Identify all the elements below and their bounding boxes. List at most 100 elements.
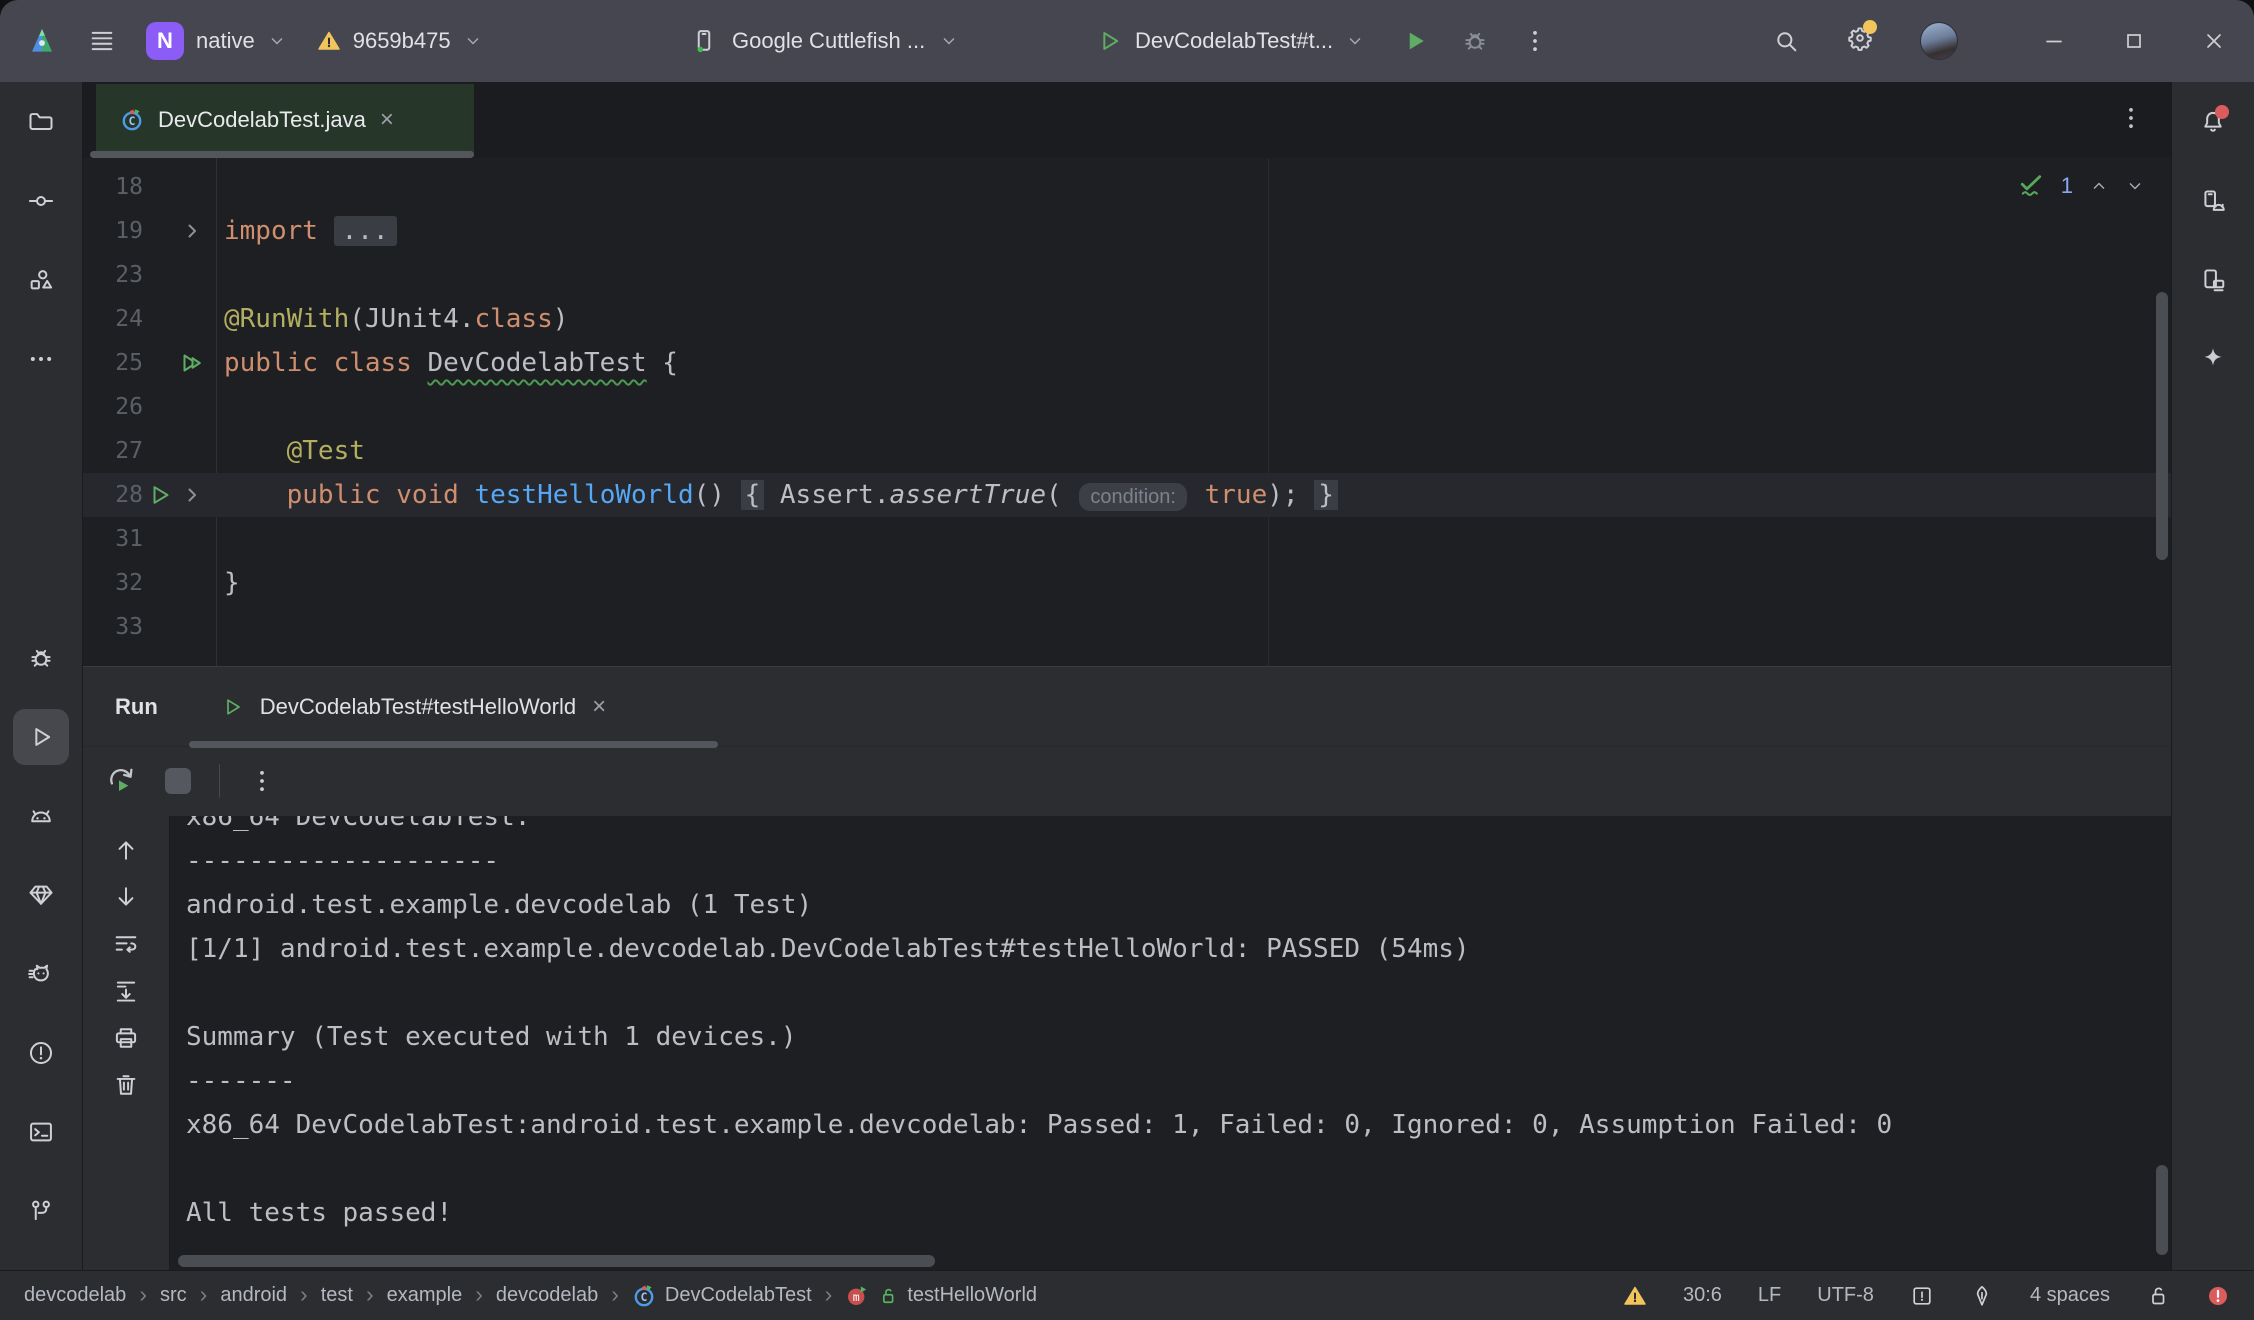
tool-gemini[interactable] bbox=[2185, 331, 2241, 387]
tab-close-icon[interactable]: × bbox=[380, 106, 394, 134]
tab-strip-scrollbar[interactable] bbox=[90, 151, 474, 158]
scroll-to-end-icon bbox=[112, 977, 140, 1005]
user-avatar[interactable] bbox=[1920, 22, 1958, 60]
maximize-button[interactable] bbox=[2094, 0, 2174, 82]
highlighting-level-icon[interactable] bbox=[1910, 1284, 1934, 1308]
alert-icon bbox=[27, 1039, 55, 1067]
scroll-to-end-button[interactable] bbox=[108, 973, 144, 1009]
console-line: ------- bbox=[186, 1059, 2171, 1103]
more-actions-icon[interactable] bbox=[1521, 27, 1549, 55]
cursor-position-widget[interactable]: 30:6 bbox=[1683, 1284, 1722, 1307]
run-button[interactable] bbox=[1401, 27, 1429, 55]
lock-icon[interactable] bbox=[2146, 1284, 2170, 1308]
line-number: 27 bbox=[83, 438, 143, 464]
title-bar: N native 9659b475 Google Cuttlefish ... … bbox=[0, 0, 2254, 82]
line-number: 28 bbox=[83, 482, 143, 508]
code-token bbox=[1299, 480, 1315, 510]
breadcrumb-item-DevCodelabTest[interactable]: CDevCodelabTest bbox=[632, 1284, 812, 1308]
run-configuration-selector[interactable]: DevCodelabTest#t... bbox=[1095, 27, 1365, 55]
breadcrumb-item-testHelloWorld[interactable]: mtestHelloWorld bbox=[845, 1284, 1037, 1308]
run-tab-close-icon[interactable]: × bbox=[592, 693, 606, 721]
tool-profiler[interactable] bbox=[13, 946, 69, 1002]
device-name: Google Cuttlefish ... bbox=[732, 28, 925, 54]
next-problem-icon[interactable] bbox=[2125, 176, 2145, 196]
stop-button[interactable] bbox=[165, 768, 191, 794]
console-more-options-icon[interactable] bbox=[248, 767, 276, 795]
warning-icon[interactable] bbox=[1623, 1284, 1647, 1308]
gutter bbox=[143, 351, 216, 375]
error-notification-icon[interactable] bbox=[2206, 1284, 2230, 1308]
console-line: Summary (Test executed with 1 devices.) bbox=[186, 1015, 2171, 1059]
test-output-console[interactable]: x86_64 DevCodelabTest:------------------… bbox=[170, 816, 2171, 1270]
tool-terminal[interactable] bbox=[13, 1104, 69, 1160]
status-bar: devcodelab›src›android›test›example›devc… bbox=[0, 1270, 2254, 1320]
code-line-18: 18 bbox=[83, 165, 2171, 209]
tool-running-devices[interactable] bbox=[2185, 252, 2241, 308]
minimize-button[interactable] bbox=[2014, 0, 2094, 82]
tool-app-quality-insights[interactable] bbox=[13, 867, 69, 923]
tool-commit[interactable] bbox=[13, 173, 69, 229]
print-button[interactable] bbox=[108, 1020, 144, 1056]
tool-structure[interactable] bbox=[13, 252, 69, 308]
fold-chevron-icon[interactable] bbox=[180, 483, 204, 507]
run-tab-scrollbar[interactable] bbox=[189, 741, 718, 748]
debug-button[interactable] bbox=[1461, 27, 1489, 55]
code-token bbox=[1189, 480, 1205, 510]
vcs-branch-selector[interactable]: 9659b475 bbox=[317, 28, 483, 54]
pen-icon[interactable] bbox=[1970, 1284, 1994, 1308]
inspections-widget[interactable]: 1 bbox=[2017, 172, 2145, 200]
fold-chevron-icon[interactable] bbox=[180, 219, 204, 243]
clear-console-button[interactable] bbox=[108, 1067, 144, 1103]
tool-run[interactable] bbox=[13, 709, 69, 765]
scroll-down-button[interactable] bbox=[108, 879, 144, 915]
editor-tab-devcodelabtest[interactable]: C DevCodelabTest.java × bbox=[96, 84, 474, 156]
project-selector[interactable]: N native bbox=[146, 22, 287, 60]
breadcrumb-item-android[interactable]: android bbox=[220, 1284, 287, 1307]
code-token: public class bbox=[224, 348, 428, 378]
settings-button[interactable] bbox=[1846, 24, 1874, 58]
breadcrumb-item-test[interactable]: test bbox=[321, 1284, 353, 1307]
scroll-up-button[interactable] bbox=[108, 832, 144, 868]
code-editor[interactable]: 1819import ...2324@RunWith(JUnit4.class)… bbox=[83, 158, 2171, 666]
android-icon bbox=[27, 802, 55, 830]
console-vertical-scrollbar[interactable] bbox=[2156, 1165, 2168, 1255]
editor-vertical-scrollbar[interactable] bbox=[2156, 292, 2168, 560]
tool-notifications[interactable] bbox=[2185, 94, 2241, 150]
code-text: public void testHelloWorld() { Assert.as… bbox=[216, 480, 1338, 510]
breadcrumb-item-devcodelab[interactable]: devcodelab bbox=[496, 1284, 598, 1307]
code-line-24: 24@RunWith(JUnit4.class) bbox=[83, 297, 2171, 341]
main-menu-icon[interactable] bbox=[88, 27, 116, 55]
line-number: 31 bbox=[83, 526, 143, 552]
indent-widget[interactable]: 4 spaces bbox=[2030, 1284, 2110, 1307]
run-gutter-icon[interactable] bbox=[180, 351, 204, 375]
code-token: @RunWith bbox=[224, 304, 349, 334]
breadcrumb-item-example[interactable]: example bbox=[387, 1284, 463, 1307]
breadcrumb-item-src[interactable]: src bbox=[160, 1284, 187, 1307]
run-gutter-icon[interactable] bbox=[148, 483, 172, 507]
folder-icon bbox=[27, 108, 55, 136]
soft-wrap-icon bbox=[112, 930, 140, 958]
line-separator-widget[interactable]: LF bbox=[1758, 1284, 1781, 1307]
run-tab[interactable]: DevCodelabTest#testHelloWorld × bbox=[220, 693, 606, 721]
tool-debug[interactable] bbox=[13, 630, 69, 686]
close-button[interactable] bbox=[2174, 0, 2254, 82]
rerun-button[interactable] bbox=[105, 765, 137, 797]
editor-tab-bar: C DevCodelabTest.java × bbox=[83, 82, 2171, 158]
tool-problems[interactable] bbox=[13, 1025, 69, 1081]
device-selector[interactable]: Google Cuttlefish ... bbox=[690, 0, 959, 82]
prev-problem-icon[interactable] bbox=[2089, 176, 2109, 196]
breadcrumb-label: devcodelab bbox=[24, 1284, 126, 1307]
breadcrumb-separator: › bbox=[366, 1283, 374, 1309]
search-icon[interactable] bbox=[1772, 27, 1800, 55]
play-icon bbox=[27, 723, 55, 751]
tool-project-folder[interactable] bbox=[13, 94, 69, 150]
tool-version-control[interactable] bbox=[13, 1183, 69, 1239]
encoding-widget[interactable]: UTF-8 bbox=[1817, 1284, 1874, 1307]
breadcrumb-item-devcodelab[interactable]: devcodelab bbox=[24, 1284, 126, 1307]
soft-wrap-button[interactable] bbox=[108, 926, 144, 962]
tool-more-tool-windows[interactable] bbox=[13, 331, 69, 387]
tab-options-icon[interactable] bbox=[2117, 104, 2145, 132]
tool-logcat[interactable] bbox=[13, 788, 69, 844]
tool-device-manager[interactable] bbox=[2185, 173, 2241, 229]
console-horizontal-scrollbar[interactable] bbox=[178, 1255, 935, 1267]
